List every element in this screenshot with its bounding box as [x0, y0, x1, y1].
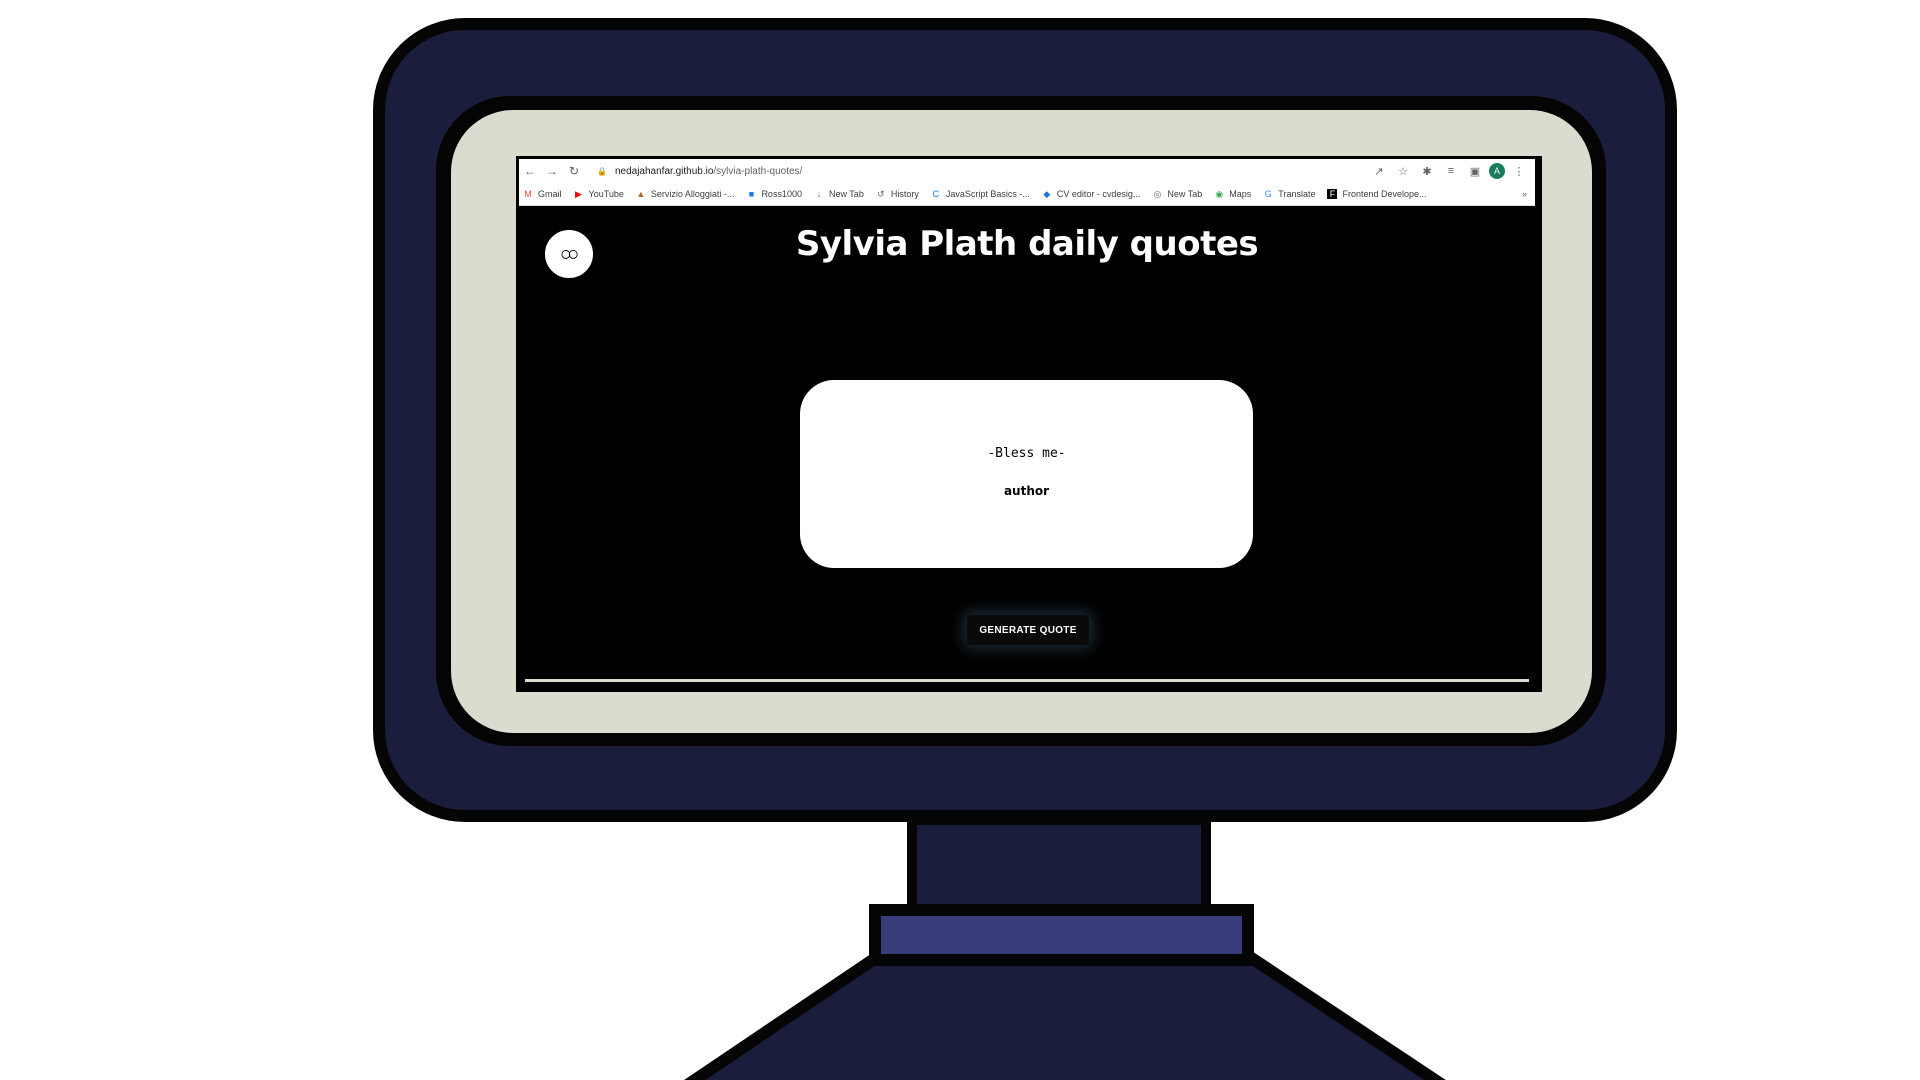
quote-author: author	[1003, 484, 1050, 498]
fm-icon: F	[1327, 189, 1338, 199]
history-icon: ↺	[877, 189, 885, 199]
quote-text: -Bless me-	[987, 446, 1066, 461]
reading-list-icon[interactable]: ≡	[1441, 161, 1461, 181]
bookmark-gmail[interactable]: M Gmail	[523, 189, 561, 199]
kebab-menu-icon[interactable]: ⋮	[1509, 161, 1529, 181]
maps-icon: ◉	[1215, 189, 1224, 199]
bookmark-servizio[interactable]: ▲ Servizio Alloggiati -...	[636, 189, 734, 199]
share-icon[interactable]: ↗	[1369, 161, 1389, 181]
reload-icon[interactable]: ↻	[563, 160, 585, 182]
url-field[interactable]: 🔒 nedajahanfar.github.io/sylvia-plath-qu…	[591, 161, 1369, 181]
forward-arrow-icon[interactable]: →	[541, 160, 563, 182]
translate-icon: G	[1264, 189, 1272, 199]
horizontal-scrollbar[interactable]	[525, 679, 1529, 682]
url-path: /sylvia-plath-quotes/	[713, 165, 803, 177]
quote-card: -Bless me- author	[800, 380, 1253, 568]
bookmark-javascript-basics[interactable]: C JavaScript Basics -...	[931, 189, 1030, 199]
page-title: Sylvia Plath daily quotes	[795, 224, 1259, 264]
star-icon[interactable]: ☆	[1393, 161, 1413, 181]
browser-toolbar: ↗ ☆ ✱ ≡ ▣ A ⋮	[1369, 161, 1529, 181]
ross-icon: ■	[748, 189, 755, 199]
monitor-collar	[869, 904, 1254, 966]
bookmark-ross1000[interactable]: ■ Ross1000	[746, 189, 802, 199]
bookmark-cv-editor[interactable]: ◆ CV editor - cvdesig...	[1042, 189, 1140, 199]
gmail-icon: M	[524, 189, 532, 199]
bookmark-history[interactable]: ↺ History	[876, 189, 919, 199]
address-bar: ← → ↻ 🔒 nedajahanfar.github.io/sylvia-pl…	[519, 159, 1535, 183]
monitor-base	[684, 949, 1446, 1080]
back-arrow-icon[interactable]: ←	[519, 160, 541, 182]
lock-icon: 🔒	[597, 166, 607, 176]
cv-icon: ◆	[1043, 189, 1051, 199]
bookmark-new-tab-1[interactable]: ↓ New Tab	[814, 189, 864, 199]
bookmark-frontend-developer[interactable]: F Frontend Develope...	[1327, 189, 1427, 199]
globe-icon: ◎	[1153, 189, 1162, 199]
bookmark-new-tab-2[interactable]: ◎ New Tab	[1152, 189, 1202, 199]
c-icon: C	[932, 189, 940, 199]
extensions-icon[interactable]: ✱	[1417, 161, 1437, 181]
web-page: ◯◯ Sylvia Plath daily quotes -Bless me- …	[519, 206, 1535, 686]
url-host: nedajahanfar.github.io	[614, 165, 714, 177]
side-panel-icon[interactable]: ▣	[1465, 161, 1485, 181]
generate-quote-button[interactable]: GENERATE QUOTE	[967, 615, 1089, 645]
bookmarks-bar: M Gmail ▶ YouTube ▲ Servizio Alloggiati -..…	[519, 183, 1535, 206]
bookmark-maps[interactable]: ◉ Maps	[1214, 189, 1251, 199]
profile-avatar[interactable]: A	[1489, 163, 1505, 179]
servizio-icon: ▲	[636, 189, 646, 199]
bookmark-translate[interactable]: G Translate	[1263, 189, 1316, 199]
youtube-icon: ▶	[575, 189, 582, 199]
more-bookmarks-icon[interactable]: »	[1522, 189, 1527, 199]
download-icon: ↓	[816, 189, 822, 199]
bookmark-youtube[interactable]: ▶ YouTube	[574, 189, 624, 199]
browser-window: ← → ↻ 🔒 nedajahanfar.github.io/sylvia-pl…	[519, 159, 1535, 686]
